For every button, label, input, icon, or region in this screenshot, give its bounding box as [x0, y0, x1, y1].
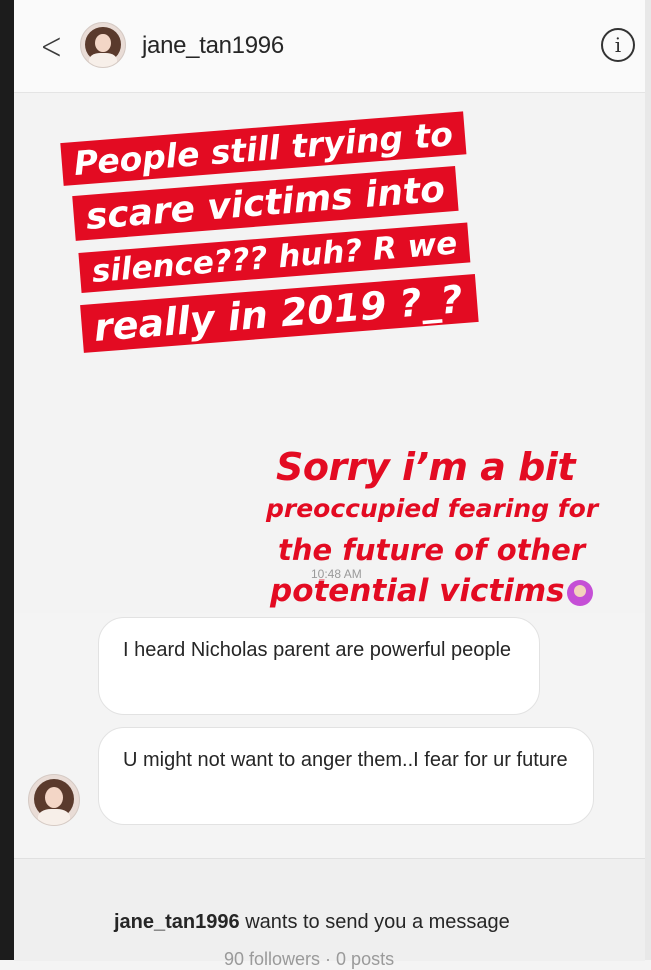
info-icon[interactable]: i — [601, 28, 635, 62]
story-reply-line: preoccupied fearing for — [266, 494, 599, 523]
message-bubble[interactable]: I heard Nicholas parent are powerful peo… — [98, 617, 540, 715]
header-username[interactable]: jane_tan1996 — [142, 32, 284, 60]
left-edge-strip — [0, 0, 14, 960]
request-text: wants to send you a message — [239, 911, 510, 933]
avatar[interactable] — [80, 22, 126, 68]
message-bubble[interactable]: U might not want to anger them..I fear f… — [98, 727, 594, 825]
story-reply-line: Sorry i’m a bit — [276, 445, 576, 489]
message-request-notice: jane_tan1996 wants to send you a message — [114, 911, 510, 934]
sender-avatar[interactable] — [28, 774, 80, 826]
shrug-emoji-icon — [566, 579, 593, 606]
back-chevron-icon[interactable]: < — [40, 27, 62, 65]
request-username[interactable]: jane_tan1996 — [114, 911, 240, 933]
story-reply-line: the future of other — [278, 533, 586, 567]
message-text: I heard Nicholas parent are powerful peo… — [123, 639, 512, 661]
shared-story-image[interactable]: People still trying to scare victims int… — [14, 93, 645, 613]
message-text: U might not want to anger them..I fear f… — [123, 749, 568, 771]
message-request-footer: jane_tan1996 wants to send you a message… — [14, 858, 645, 969]
right-edge-strip — [645, 0, 651, 960]
chat-header: < jane_tan1996 i — [14, 0, 645, 93]
message-timestamp: 10:48 AM — [311, 567, 362, 581]
